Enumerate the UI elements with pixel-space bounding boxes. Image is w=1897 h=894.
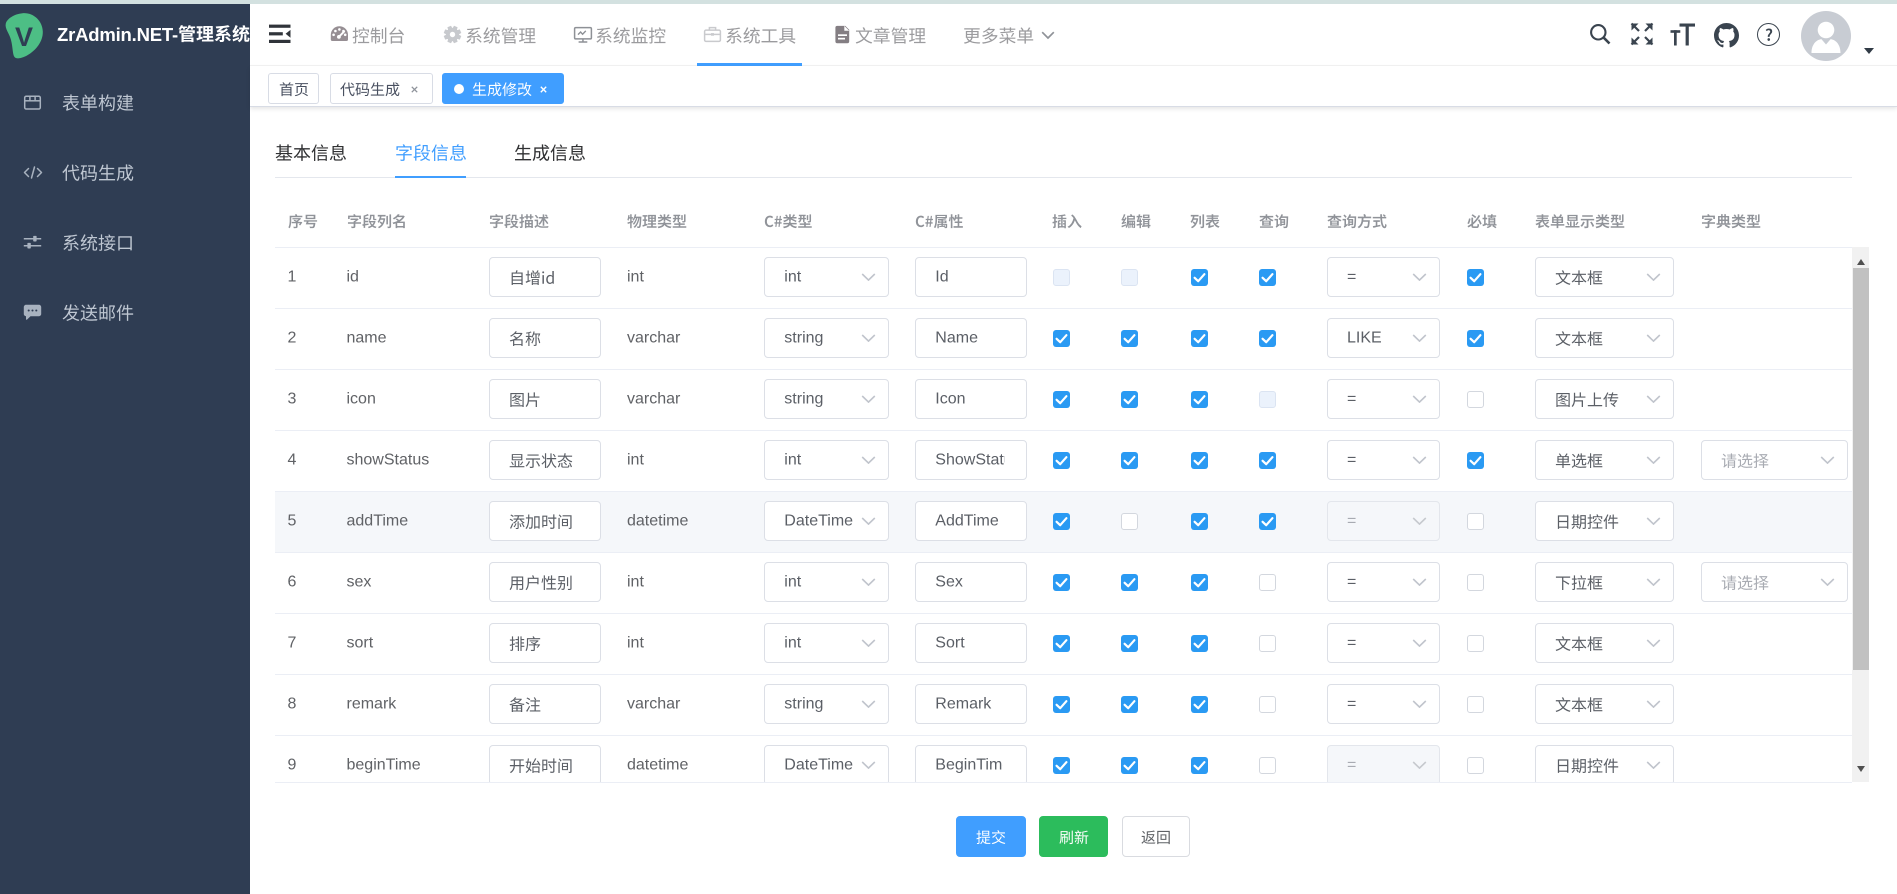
svg-text:V: V xyxy=(15,22,33,52)
